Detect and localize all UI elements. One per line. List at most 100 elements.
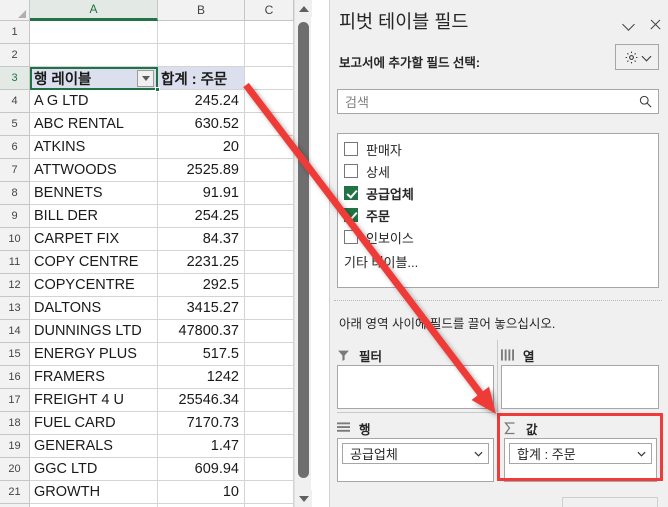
cell-A16[interactable]: FRAMERS: [30, 366, 158, 389]
row-header-20[interactable]: 20: [0, 458, 30, 481]
field-search-input[interactable]: 검색: [337, 89, 659, 114]
cell-C10[interactable]: [245, 228, 294, 251]
cell-B8[interactable]: 91.91: [158, 182, 245, 205]
cell-C8[interactable]: [245, 182, 294, 205]
scroll-down-button[interactable]: [295, 490, 312, 507]
cell-C12[interactable]: [245, 274, 294, 297]
chevron-down-icon[interactable]: [635, 451, 647, 457]
cell-C1[interactable]: [245, 21, 294, 44]
zone-filters[interactable]: 필터: [337, 345, 494, 409]
cell-C11[interactable]: [245, 251, 294, 274]
cell-A9[interactable]: BILL DER: [30, 205, 158, 228]
cell-C14[interactable]: [245, 320, 294, 343]
cell-B11[interactable]: 2231.25: [158, 251, 245, 274]
row-header-9[interactable]: 9: [0, 205, 30, 228]
cell-B1[interactable]: [158, 21, 245, 44]
field-item-1[interactable]: 상세: [344, 160, 658, 182]
cell-C2[interactable]: [245, 44, 294, 67]
cell-A17[interactable]: FREIGHT 4 U: [30, 389, 158, 412]
cell-A11[interactable]: COPY CENTRE: [30, 251, 158, 274]
row-header-10[interactable]: 10: [0, 228, 30, 251]
zone-columns-dropbox[interactable]: [501, 365, 659, 409]
scrollbar-thumb[interactable]: [298, 22, 309, 478]
cell-C5[interactable]: [245, 113, 294, 136]
checkbox-icon[interactable]: [344, 230, 358, 244]
cell-C6[interactable]: [245, 136, 294, 159]
cell-B12[interactable]: 292.5: [158, 274, 245, 297]
checkbox-checked-icon[interactable]: [344, 208, 358, 222]
zone-filters-dropbox[interactable]: [337, 365, 494, 409]
select-all-corner[interactable]: [0, 0, 30, 21]
zone-columns[interactable]: 열: [501, 345, 659, 409]
cell-A13[interactable]: DALTONS: [30, 297, 158, 320]
field-checkbox-list[interactable]: 판매자 상세 공급업체 주문 인보이스 기타 테이블...: [337, 133, 659, 288]
zone-values-dropbox[interactable]: 합계 : 주문: [504, 438, 657, 482]
column-header-c[interactable]: C: [245, 0, 294, 21]
cell-C7[interactable]: [245, 159, 294, 182]
panel-collapse-button[interactable]: [618, 14, 638, 34]
cell-B14[interactable]: 47800.37: [158, 320, 245, 343]
cell-B7[interactable]: 2525.89: [158, 159, 245, 182]
row-header-3[interactable]: 3: [0, 67, 30, 90]
cell-C15[interactable]: [245, 343, 294, 366]
field-item-3[interactable]: 주문: [344, 204, 658, 226]
scroll-up-button[interactable]: [295, 0, 312, 17]
row-header-8[interactable]: 8: [0, 182, 30, 205]
cell-B2[interactable]: [158, 44, 245, 67]
vertical-scrollbar[interactable]: [294, 0, 312, 507]
cell-A2[interactable]: [30, 44, 158, 67]
cell-B19[interactable]: 1.47: [158, 435, 245, 458]
column-header-b[interactable]: B: [158, 0, 245, 21]
row-header-14[interactable]: 14: [0, 320, 30, 343]
row-header-16[interactable]: 16: [0, 366, 30, 389]
row-header-17[interactable]: 17: [0, 389, 30, 412]
zone-values[interactable]: 값 합계 : 주문: [504, 418, 657, 482]
chevron-down-icon[interactable]: [472, 451, 484, 457]
cell-B15[interactable]: 517.5: [158, 343, 245, 366]
cell-A1[interactable]: [30, 21, 158, 44]
cell-C16[interactable]: [245, 366, 294, 389]
row-header-19[interactable]: 19: [0, 435, 30, 458]
row-header-7[interactable]: 7: [0, 159, 30, 182]
row-header-1[interactable]: 1: [0, 21, 30, 44]
row-header-5[interactable]: 5: [0, 113, 30, 136]
row-header-2[interactable]: 2: [0, 44, 30, 67]
cell-C3[interactable]: [245, 67, 294, 90]
cell-B17[interactable]: 25546.34: [158, 389, 245, 412]
cell-A7[interactable]: ATTWOODS: [30, 159, 158, 182]
cell-A14[interactable]: DUNNINGS LTD: [30, 320, 158, 343]
cell-A15[interactable]: ENERGY PLUS: [30, 343, 158, 366]
row-header-18[interactable]: 18: [0, 412, 30, 435]
zone-rows[interactable]: 행 공급업체: [337, 418, 494, 482]
cell-B13[interactable]: 3415.27: [158, 297, 245, 320]
row-header-21[interactable]: 21: [0, 481, 30, 504]
cell-B5[interactable]: 630.52: [158, 113, 245, 136]
cell-A6[interactable]: ATKINS: [30, 136, 158, 159]
cell-B10[interactable]: 84.37: [158, 228, 245, 251]
cell-C17[interactable]: [245, 389, 294, 412]
checkbox-checked-icon[interactable]: [344, 186, 358, 200]
field-item-4[interactable]: 인보이스: [344, 226, 658, 248]
cell-A5[interactable]: ABC RENTAL: [30, 113, 158, 136]
cell-C20[interactable]: [245, 458, 294, 481]
cell-A20[interactable]: GGC LTD: [30, 458, 158, 481]
fill-handle[interactable]: [155, 87, 160, 92]
cell-A10[interactable]: CARPET FIX: [30, 228, 158, 251]
cell-A12[interactable]: COPYCENTRE: [30, 274, 158, 297]
zone-rows-dropbox[interactable]: 공급업체: [337, 438, 494, 482]
panel-close-button[interactable]: [645, 14, 665, 34]
worksheet-grid[interactable]: ABC 12345678910111213141516171819202122 …: [0, 0, 294, 507]
cell-B3[interactable]: 합계 : 주문: [158, 67, 245, 90]
field-pill-values[interactable]: 합계 : 주문: [509, 443, 652, 464]
cell-B6[interactable]: 20: [158, 136, 245, 159]
cell-B20[interactable]: 609.94: [158, 458, 245, 481]
row-header-4[interactable]: 4: [0, 90, 30, 113]
row-header-13[interactable]: 13: [0, 297, 30, 320]
row-labels-filter-button[interactable]: [137, 70, 154, 87]
cell-B18[interactable]: 7170.73: [158, 412, 245, 435]
defer-layout-update-button[interactable]: [562, 497, 658, 507]
cell-B16[interactable]: 1242: [158, 366, 245, 389]
row-header-12[interactable]: 12: [0, 274, 30, 297]
row-header-6[interactable]: 6: [0, 136, 30, 159]
cell-C18[interactable]: [245, 412, 294, 435]
